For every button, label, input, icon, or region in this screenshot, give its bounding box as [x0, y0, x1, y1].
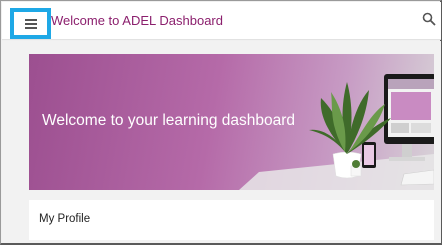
- dashboard-content: Welcome to your learning dashboard My Pr…: [2, 41, 441, 243]
- banner-heading: Welcome to your learning dashboard: [42, 112, 296, 129]
- menu-button[interactable]: [10, 8, 51, 39]
- top-app-bar: Welcome to ADEL Dashboard: [2, 2, 441, 40]
- app-title: Welcome to ADEL Dashboard: [51, 13, 223, 28]
- app-window: Welcome to ADEL Dashboard Welcome to you…: [0, 0, 442, 245]
- welcome-banner: Welcome to your learning dashboard: [29, 54, 434, 190]
- search-icon[interactable]: [422, 12, 436, 26]
- my-profile-label: My Profile: [39, 213, 91, 225]
- hamburger-menu-icon: [24, 17, 37, 31]
- my-profile-card[interactable]: My Profile: [29, 200, 434, 240]
